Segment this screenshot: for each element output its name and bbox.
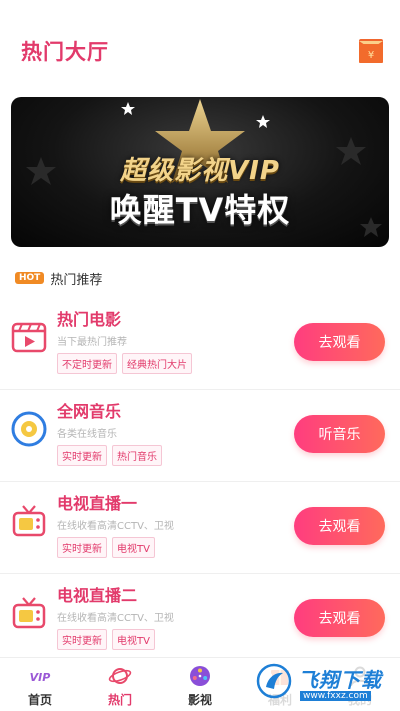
tag: 实时更新: [57, 445, 107, 466]
banner-subheadline: 唤醒TV特权: [109, 191, 291, 229]
nav-label: 首页: [27, 693, 52, 707]
nav-item-hot[interactable]: 热门: [80, 658, 160, 711]
page-title: 热门大厅: [21, 40, 109, 64]
listen-music-button[interactable]: 听音乐: [294, 415, 385, 453]
svg-text:¥: ¥: [368, 50, 374, 61]
card-subtitle: 在线收看高清CCTV、卫视: [57, 613, 174, 624]
tag: 不定时更新: [57, 353, 117, 374]
nav-item-home[interactable]: VIP 首页: [0, 658, 80, 711]
tv-icon: [12, 597, 46, 629]
header: 热门大厅 ¥: [0, 0, 400, 90]
watermark-url: www.fxxz.com: [300, 691, 371, 701]
red-envelope-icon[interactable]: ¥: [358, 38, 384, 64]
section-header: HOT 热门推荐: [15, 268, 102, 288]
watch-movies-button[interactable]: 去观看: [294, 323, 385, 361]
film-reel-icon: [190, 666, 210, 686]
tag: 电视TV: [112, 537, 155, 558]
tag: 热门音乐: [112, 445, 162, 466]
tag-list: 实时更新 电视TV: [57, 629, 160, 650]
hot-badge: HOT: [15, 272, 45, 284]
watch-tv2-button[interactable]: 去观看: [294, 599, 385, 637]
planet-icon: [108, 668, 132, 684]
music-disc-icon: [11, 411, 47, 447]
vip-icon: VIP: [30, 671, 51, 684]
tag: 经典热门大片: [122, 353, 192, 374]
list-item-movies[interactable]: 热门电影 当下最热门推荐 不定时更新 经典热门大片 去观看: [0, 298, 400, 390]
list-item-music[interactable]: 全网音乐 各类在线音乐 实时更新 热门音乐 听音乐: [0, 390, 400, 482]
list-item-tv-live-2[interactable]: 电视直播二 在线收看高清CCTV、卫视 实时更新 电视TV 去观看: [0, 574, 400, 666]
card-title: 全网音乐: [57, 402, 122, 421]
nav-label: 影视: [187, 693, 212, 707]
nav-label: 热门: [107, 693, 132, 707]
card-subtitle: 在线收看高清CCTV、卫视: [57, 521, 174, 532]
list-item-tv-live-1[interactable]: 电视直播一 在线收看高清CCTV、卫视 实时更新 电视TV 去观看: [0, 482, 400, 574]
film-clapper-icon: [11, 322, 47, 353]
tag-list: 实时更新 电视TV: [57, 537, 160, 558]
card-title: 电视直播一: [57, 494, 138, 513]
watermark-name: 飞翔下载: [298, 668, 382, 692]
svg-text:VIP: VIP: [30, 671, 51, 684]
card-subtitle: 各类在线音乐: [57, 429, 117, 440]
tag-list: 实时更新 热门音乐: [57, 445, 167, 466]
tag: 实时更新: [57, 629, 107, 650]
tv-icon: [12, 505, 46, 537]
nav-item-video[interactable]: 影视: [160, 658, 240, 711]
banner-headline: 超级影视VIP: [120, 156, 280, 186]
tag: 实时更新: [57, 537, 107, 558]
watch-tv1-button[interactable]: 去观看: [294, 507, 385, 545]
card-subtitle: 当下最热门推荐: [57, 337, 127, 348]
tag: 电视TV: [112, 629, 155, 650]
section-title: 热门推荐: [50, 272, 103, 288]
tag-list: 不定时更新 经典热门大片: [57, 353, 197, 374]
card-title: 电视直播二: [57, 586, 138, 605]
fxxz-logo-icon: [256, 663, 292, 699]
promo-banner[interactable]: 超级影视VIP 唤醒TV特权: [11, 97, 389, 247]
site-watermark: 飞翔下载 www.fxxz.com: [250, 658, 395, 708]
card-title: 热门电影: [57, 310, 122, 329]
